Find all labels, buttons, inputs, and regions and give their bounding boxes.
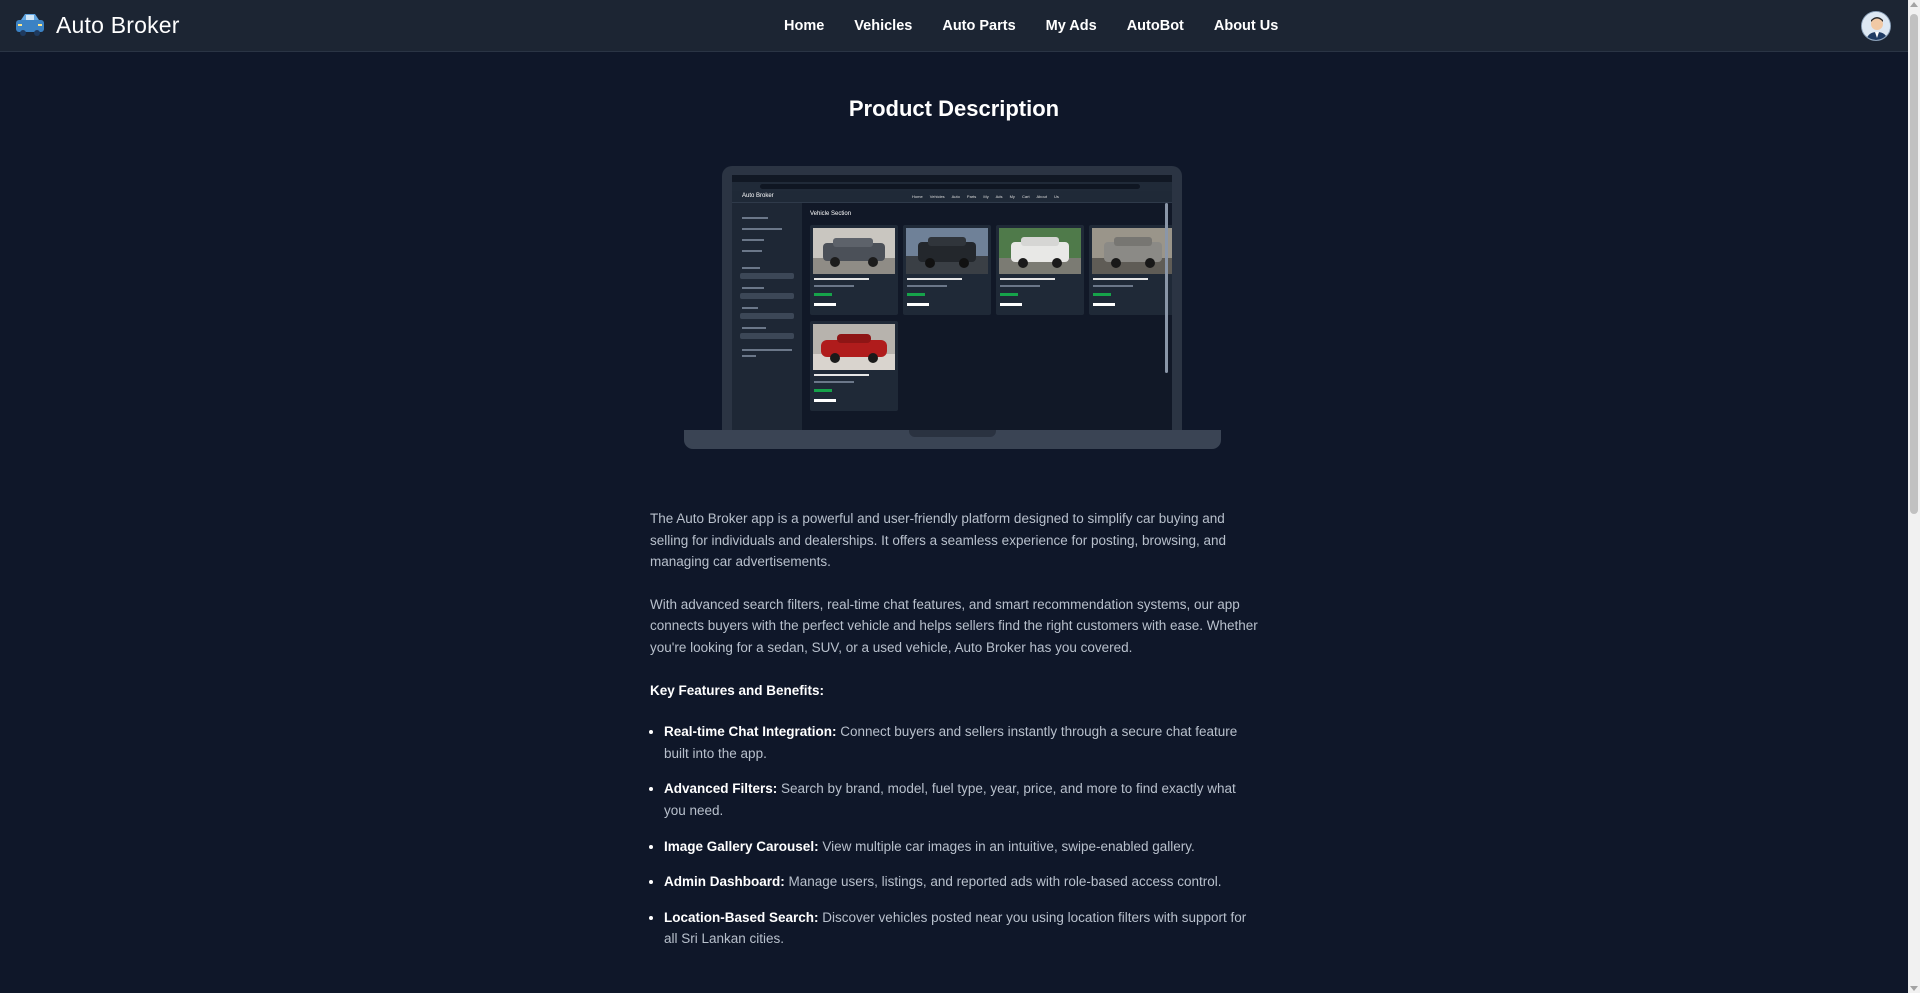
nav-home[interactable]: Home: [784, 18, 824, 34]
car-logo-icon: [16, 14, 44, 36]
feature-text: Manage users, listings, and reported ads…: [784, 874, 1222, 890]
mock-main: Vehicle Section: [802, 203, 1172, 430]
mock-section-heading: Vehicle Section: [810, 211, 852, 217]
mock-brand: Auto Broker: [742, 193, 774, 199]
user-avatar[interactable]: [1861, 11, 1891, 41]
feature-text: View multiple car images in an intuitive…: [818, 838, 1195, 854]
description-paragraph-1: The Auto Broker app is a powerful and us…: [650, 511, 1227, 570]
product-description: The Auto Broker app is a powerful and us…: [650, 508, 1260, 964]
nav-my-ads[interactable]: My Ads: [1046, 18, 1097, 34]
user-avatar-icon: [1862, 12, 1890, 40]
page-scrollbar[interactable]: [1908, 0, 1920, 993]
feature-item: Location-Based Search: Discover vehicles…: [664, 907, 1260, 950]
mock-car-card: [903, 225, 991, 315]
features-list: Real-time Chat Integration: Connect buye…: [650, 721, 1260, 950]
key-features-heading: Key Features and Benefits:: [650, 682, 825, 698]
mock-nav-links: Home Vehicles Auto Parts My Ads My Cart …: [912, 194, 1059, 199]
mock-address-bar: [732, 182, 1172, 191]
feature-title: Real-time Chat Integration:: [664, 724, 837, 740]
feature-title: Image Gallery Carousel:: [664, 838, 819, 854]
scrollbar-thumb[interactable]: [1910, 14, 1918, 514]
laptop-screen: Auto Broker Home Vehicles Auto Parts My …: [732, 175, 1172, 430]
feature-item: Real-time Chat Integration: Connect buye…: [664, 721, 1260, 764]
feature-title: Admin Dashboard:: [664, 874, 785, 890]
description-paragraph-2: With advanced search filters, real-time …: [650, 596, 1258, 655]
mock-car-card: [810, 321, 898, 411]
mock-car-card: [996, 225, 1084, 315]
feature-title: Location-Based Search:: [664, 909, 819, 925]
laptop-notch: [909, 430, 996, 437]
mock-scrollbar: [1165, 203, 1168, 373]
mock-car-card: [810, 225, 898, 315]
mock-browser-tabbar: [732, 175, 1172, 182]
scroll-down-arrow-icon[interactable]: [1910, 986, 1918, 991]
feature-title: Advanced Filters:: [664, 781, 778, 797]
brand-link[interactable]: Auto Broker: [14, 10, 180, 40]
nav-about-us[interactable]: About Us: [1214, 18, 1278, 34]
mock-sidebar: [732, 203, 802, 430]
feature-item: Image Gallery Carousel: View multiple ca…: [664, 836, 1260, 858]
top-navbar: Auto Broker Home Vehicles Auto Parts My …: [0, 0, 1908, 52]
nav-autobot[interactable]: AutoBot: [1127, 18, 1184, 34]
mock-car-card: [1089, 225, 1172, 315]
brand-name: Auto Broker: [56, 11, 180, 38]
mock-navbar: Auto Broker Home Vehicles Auto Parts My …: [732, 191, 1172, 203]
laptop-mockup-image: Auto Broker Home Vehicles Auto Parts My …: [684, 166, 1221, 451]
scroll-up-arrow-icon[interactable]: [1910, 2, 1918, 7]
nav-auto-parts[interactable]: Auto Parts: [942, 18, 1015, 34]
feature-item: Admin Dashboard: Manage users, listings,…: [664, 871, 1260, 893]
main-nav: Home Vehicles Auto Parts My Ads AutoBot …: [784, 0, 1308, 52]
nav-vehicles[interactable]: Vehicles: [854, 18, 912, 34]
laptop-lid: Auto Broker Home Vehicles Auto Parts My …: [722, 166, 1182, 432]
page-title: Product Description: [848, 96, 1060, 121]
feature-item: Advanced Filters: Search by brand, model…: [664, 778, 1260, 821]
